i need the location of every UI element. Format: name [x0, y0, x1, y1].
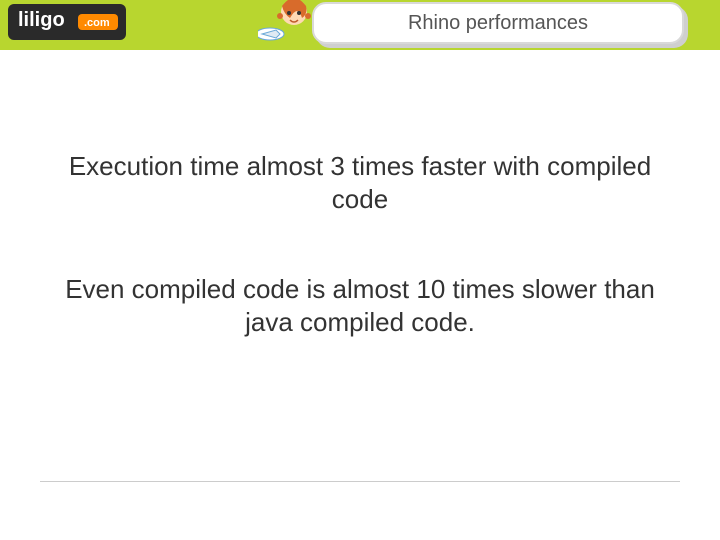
- brand-logo: liligo .com: [8, 4, 126, 40]
- slide-title: Rhino performances: [408, 12, 588, 35]
- footer-divider: [40, 481, 680, 482]
- logo-text-main: liligo: [18, 9, 65, 31]
- logo-text-sub: .com: [84, 17, 110, 29]
- mascot-illustration: [258, 0, 314, 50]
- slide-title-pill: Rhino performances: [312, 2, 684, 44]
- body-paragraph-2: Even compiled code is almost 10 times sl…: [60, 273, 660, 338]
- body-paragraph-1: Execution time almost 3 times faster wit…: [60, 150, 660, 215]
- slide-body: Execution time almost 3 times faster wit…: [0, 150, 720, 338]
- header-band: liligo .com Rhino performances: [0, 0, 720, 50]
